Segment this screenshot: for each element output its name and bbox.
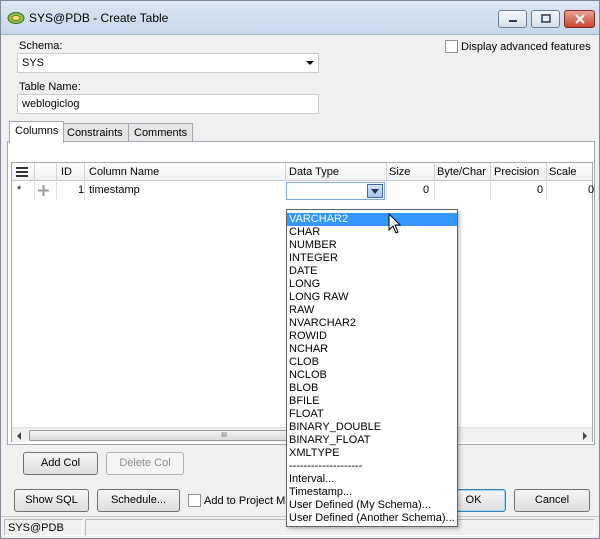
delete-col-button[interactable]: Delete Col xyxy=(106,452,184,475)
grid-header: ID Column Name Data Type Size Byte/Char … xyxy=(12,163,592,181)
create-table-window: SYS@PDB - Create Table Schema: SYS Displ… xyxy=(0,0,600,539)
header-precision[interactable]: Precision xyxy=(494,166,539,178)
minimize-icon xyxy=(508,20,517,22)
datatype-option[interactable]: CHAR xyxy=(287,226,457,239)
datatype-option[interactable]: NCLOB xyxy=(287,369,457,382)
schema-select[interactable]: SYS xyxy=(17,53,319,73)
datatype-option[interactable]: BLOB xyxy=(287,382,457,395)
tab-columns[interactable]: Columns xyxy=(9,121,65,143)
schedule-button[interactable]: Schedule... xyxy=(97,489,180,512)
datatype-option[interactable]: Interval... xyxy=(287,473,457,486)
datatype-option[interactable]: BINARY_DOUBLE xyxy=(287,421,457,434)
datatype-option[interactable]: LONG RAW xyxy=(287,291,457,304)
tab-comments[interactable]: Comments xyxy=(128,123,194,143)
add-to-project-label: Add to Project Ma xyxy=(204,495,292,507)
datatype-option[interactable]: LONG xyxy=(287,278,457,291)
new-row-marker: * xyxy=(17,184,22,196)
chevron-down-icon xyxy=(306,61,314,65)
data-type-combo[interactable] xyxy=(286,182,385,200)
datatype-option[interactable]: Timestamp... xyxy=(287,486,457,499)
advanced-features-label: Display advanced features xyxy=(461,41,591,53)
scroll-left-icon[interactable] xyxy=(17,432,21,440)
datatype-option[interactable]: -------------------- xyxy=(287,460,457,473)
header-data-type[interactable]: Data Type xyxy=(289,166,339,178)
row-column-name[interactable]: timestamp xyxy=(89,184,140,196)
status-connection: SYS@PDB xyxy=(4,519,83,536)
data-type-dropdown-button[interactable] xyxy=(367,184,383,198)
header-id[interactable]: ID xyxy=(61,166,72,178)
header-size[interactable]: Size xyxy=(389,166,410,178)
datatype-option[interactable]: NCHAR xyxy=(287,343,457,356)
datatype-option[interactable]: CLOB xyxy=(287,356,457,369)
scroll-right-icon[interactable] xyxy=(583,432,587,440)
table-name-input[interactable]: weblogiclog xyxy=(17,94,319,114)
datatype-option[interactable]: FLOAT xyxy=(287,408,457,421)
table-name-label: Table Name: xyxy=(19,81,81,93)
add-to-project-checkbox[interactable] xyxy=(188,494,201,507)
datatype-option[interactable]: NVARCHAR2 xyxy=(287,317,457,330)
datatype-option[interactable]: User Defined (My Schema)... xyxy=(287,499,457,512)
datatype-option[interactable]: INTEGER xyxy=(287,252,457,265)
show-sql-button[interactable]: Show SQL xyxy=(14,489,89,512)
add-col-button[interactable]: Add Col xyxy=(23,452,98,475)
row-menu-icon[interactable] xyxy=(16,167,28,177)
cancel-button[interactable]: Cancel xyxy=(514,489,590,512)
maximize-button[interactable] xyxy=(531,10,560,28)
data-type-dropdown-list[interactable]: VARCHAR2 CHAR NUMBER INTEGER DATE LONG LONG RA… xyxy=(286,209,458,527)
datatype-option[interactable]: BINARY_FLOAT xyxy=(287,434,457,447)
title-bar[interactable]: SYS@PDB - Create Table xyxy=(1,1,599,35)
datatype-option[interactable]: VARCHAR2 xyxy=(287,213,457,226)
datatype-option[interactable]: BFILE xyxy=(287,395,457,408)
row-scale[interactable]: 0 xyxy=(588,184,594,196)
datatype-option[interactable]: XMLTYPE xyxy=(287,447,457,460)
header-byte-char[interactable]: Byte/Char xyxy=(437,166,486,178)
close-button[interactable] xyxy=(564,10,595,28)
database-app-icon xyxy=(7,12,25,24)
header-scale[interactable]: Scale xyxy=(549,166,577,178)
close-icon xyxy=(574,14,585,24)
minimize-button[interactable] xyxy=(498,10,527,28)
row-precision[interactable]: 0 xyxy=(537,184,543,196)
row-size[interactable]: 0 xyxy=(423,184,429,196)
table-name-value: weblogiclog xyxy=(22,98,80,110)
datatype-option[interactable]: NUMBER xyxy=(287,239,457,252)
mouse-cursor-icon xyxy=(388,213,402,234)
advanced-features-checkbox[interactable] xyxy=(445,40,458,53)
drag-handle-icon[interactable] xyxy=(38,185,49,196)
chevron-down-icon xyxy=(371,189,379,194)
window-title: SYS@PDB - Create Table xyxy=(29,11,169,25)
schema-value: SYS xyxy=(22,57,45,69)
header-column-name[interactable]: Column Name xyxy=(89,166,159,178)
datatype-option[interactable]: RAW xyxy=(287,304,457,317)
schema-label: Schema: xyxy=(19,40,63,52)
datatype-option[interactable]: DATE xyxy=(287,265,457,278)
tab-constraints[interactable]: Constraints xyxy=(61,123,129,143)
datatype-option[interactable]: User Defined (Another Schema)... xyxy=(287,512,457,525)
maximize-icon xyxy=(540,14,551,23)
datatype-option[interactable]: ROWID xyxy=(287,330,457,343)
